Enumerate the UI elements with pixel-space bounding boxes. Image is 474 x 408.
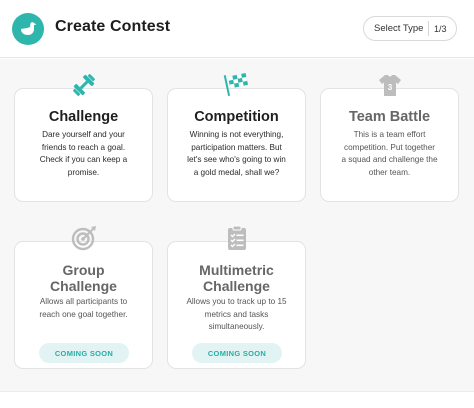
page-title: Create Contest	[55, 18, 171, 35]
card-team-battle[interactable]: 3 Team Battle This is a team effort comp…	[320, 75, 459, 202]
step-counter: 1/3	[434, 23, 447, 34]
dumbbell-icon	[73, 74, 95, 96]
app-logo[interactable]	[12, 13, 44, 45]
card-title: Multimetric Challenge	[199, 262, 274, 294]
card-description: This is a team effort competition. Put t…	[341, 130, 438, 177]
card-description: Allows all participants to reach one goa…	[39, 297, 128, 319]
card-competition[interactable]: Competition Winning is not everything, p…	[167, 73, 306, 202]
card-title: Group Challenge	[50, 262, 117, 294]
jersey-number: 3	[388, 83, 393, 92]
checklist-icon	[228, 225, 246, 250]
card-multimetric-challenge[interactable]: Multimetric Challenge Allows you to trac…	[167, 225, 306, 369]
jersey-icon: 3	[379, 75, 401, 96]
header-bar: Create Contest Select Type 1/3	[0, 0, 474, 58]
card-challenge[interactable]: Challenge Dare yourself and your friends…	[14, 74, 153, 202]
card-description: Dare yourself and your friends to reach …	[39, 130, 128, 177]
select-type-dropdown[interactable]: Select Type 1/3	[363, 16, 457, 41]
card-title: Team Battle	[348, 109, 431, 125]
card-description: Winning is not everything, participation…	[187, 130, 286, 177]
bird-logo-icon	[21, 22, 37, 35]
card-group-challenge[interactable]: Group Challenge Allows all participants …	[14, 226, 153, 369]
contest-type-grid: Challenge Dare yourself and your friends…	[0, 59, 474, 391]
card-title: Competition	[194, 109, 279, 125]
coming-soon-badge: COMING SOON	[39, 343, 129, 363]
card-title: Challenge	[48, 109, 119, 125]
checkered-flag-icon	[223, 73, 249, 96]
target-icon	[71, 226, 96, 251]
card-description: Allows you to track up to 15 metrics and…	[186, 297, 287, 331]
select-type-label: Select Type	[374, 23, 424, 34]
coming-soon-badge: COMING SOON	[192, 343, 282, 363]
bottom-bar	[0, 391, 474, 408]
